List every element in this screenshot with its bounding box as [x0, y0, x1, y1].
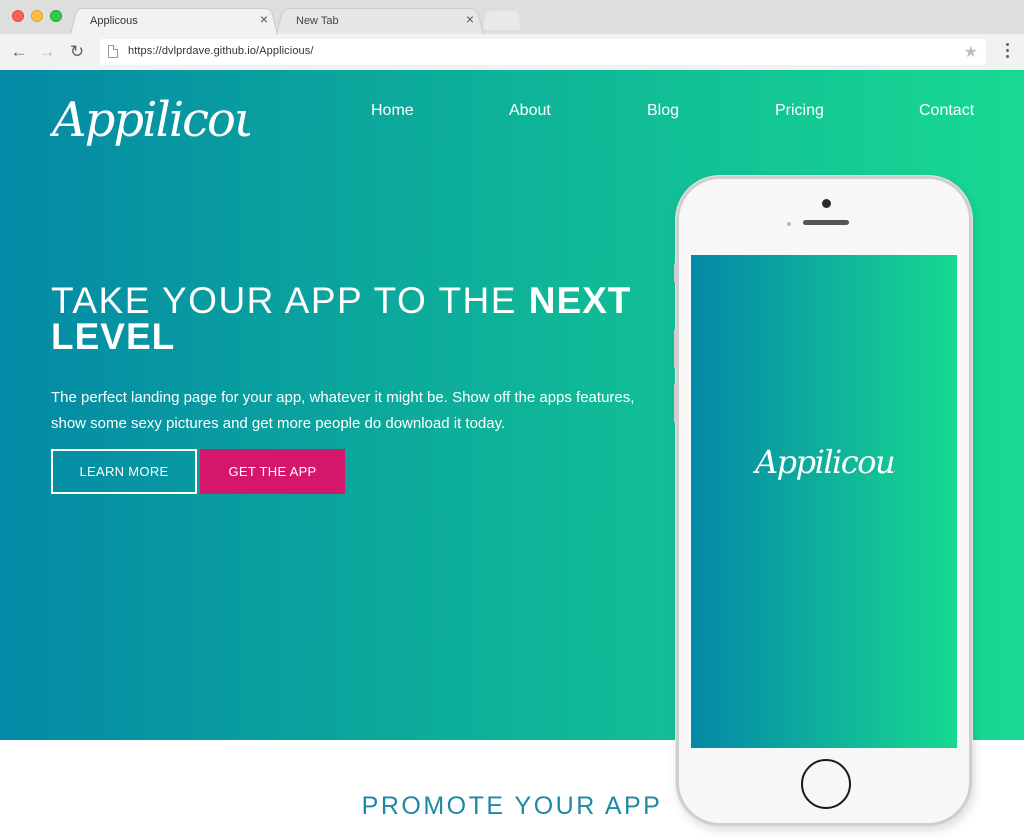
phone-screen: Appilicous	[691, 255, 957, 748]
phone-mute-switch	[674, 263, 677, 283]
nav-home[interactable]: Home	[371, 102, 414, 120]
tab-title: New Tab	[296, 15, 339, 27]
back-arrow-icon[interactable]: ←	[8, 41, 30, 63]
svg-text:Appilicous: Appilicous	[50, 92, 250, 148]
tab-title: Applicous	[90, 15, 138, 27]
phone-camera	[822, 199, 831, 208]
phone-volume-up	[674, 329, 677, 369]
phone-sensor	[787, 222, 791, 226]
nav-contact[interactable]: Contact	[919, 102, 974, 120]
hero-subtext: The perfect landing page for your app, w…	[51, 389, 635, 432]
get-the-app-button[interactable]: GET THE APP	[200, 449, 345, 494]
reload-icon[interactable]: ↻	[66, 41, 88, 63]
nav-about[interactable]: About	[509, 102, 551, 120]
headline-light: TAKE YOUR APP TO THE	[51, 280, 529, 321]
section-title-promote: PROMOTE YOUR APP	[361, 792, 663, 820]
headline-bold-level: LEVEL	[51, 316, 176, 357]
window-maximize-button[interactable]	[50, 10, 62, 22]
svg-text:Appilicous: Appilicous	[753, 443, 895, 481]
tab-new-tab[interactable]: New Tab ×	[276, 6, 484, 34]
phone-screen-logo: Appilicous	[753, 443, 895, 481]
window-close-button[interactable]	[12, 10, 24, 22]
url-text[interactable]: https://dvlprdave.github.io/Applicious/	[128, 45, 314, 57]
phone-volume-down	[674, 383, 677, 423]
phone-mockup: Appilicous	[674, 176, 972, 826]
site-logo[interactable]: Appilicous	[50, 78, 250, 170]
browser-chrome: Applicous × New Tab × ← → ↻ https://dvlp…	[0, 0, 1024, 70]
tab-close-icon[interactable]: ×	[260, 12, 268, 26]
browser-toolbar: ← → ↻ https://dvlprdave.github.io/Applic…	[0, 34, 1024, 70]
nav-blog[interactable]: Blog	[647, 102, 679, 120]
address-bar[interactable]: https://dvlprdave.github.io/Applicious/ …	[100, 39, 986, 65]
phone-speaker	[803, 220, 849, 225]
nav-pricing[interactable]: Pricing	[775, 102, 824, 120]
page-icon	[108, 45, 118, 58]
learn-more-button[interactable]: LEARN MORE	[51, 449, 197, 494]
window-minimize-button[interactable]	[31, 10, 43, 22]
forward-arrow-icon[interactable]: →	[36, 41, 58, 63]
tab-close-icon[interactable]: ×	[466, 12, 474, 26]
new-tab-button[interactable]	[484, 10, 520, 30]
tab-applicous[interactable]: Applicous ×	[70, 6, 278, 34]
star-icon[interactable]: ★	[964, 42, 978, 62]
hero-headline: TAKE YOUR APP TO THE NEXT LEVEL	[51, 280, 671, 357]
menu-dots-icon[interactable]	[1006, 43, 1010, 61]
tab-strip: Applicous × New Tab ×	[0, 0, 1024, 34]
headline-bold-next: NEXT	[528, 280, 632, 321]
